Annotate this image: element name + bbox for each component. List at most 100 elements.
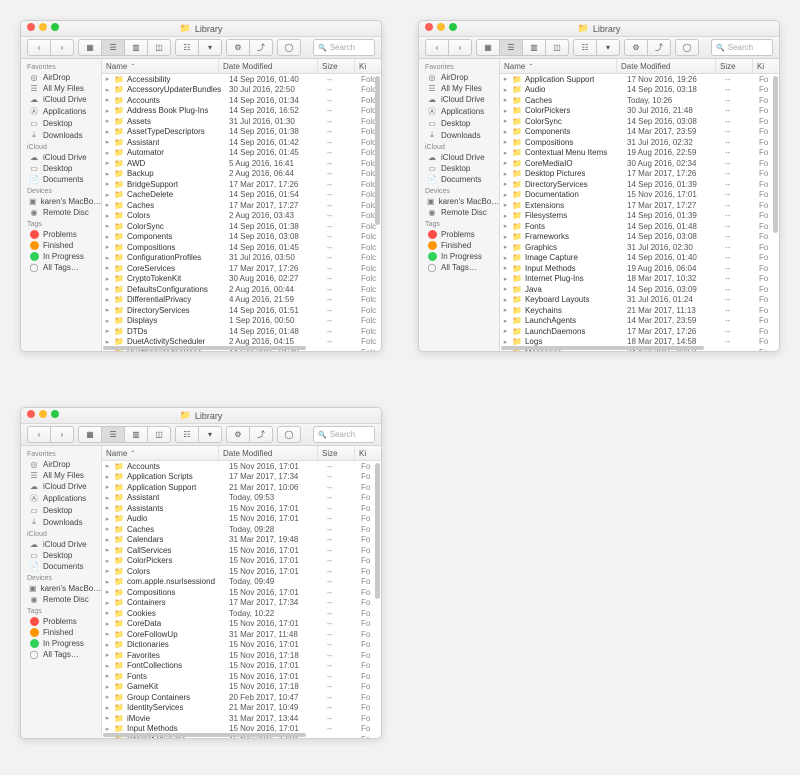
- disclosure-triangle-icon[interactable]: ▸: [104, 128, 111, 136]
- minimize-button[interactable]: [39, 23, 47, 31]
- disclosure-triangle-icon[interactable]: ▸: [104, 462, 111, 470]
- disclosure-triangle-icon[interactable]: ▸: [104, 222, 111, 230]
- file-row[interactable]: ▸📁iMovie31 Mar 2017, 13:44--Fo: [102, 713, 381, 724]
- sidebar-item[interactable]: ⤓Downloads: [419, 129, 499, 141]
- file-row[interactable]: ▸📁ColorSync14 Sep 2016, 03:08--Fo: [500, 116, 779, 127]
- sidebar-item[interactable]: ☁iCloud Drive: [419, 94, 499, 105]
- column-header-date[interactable]: Date Modified: [219, 59, 318, 73]
- sidebar-item[interactable]: ▣karen's MacBo…: [419, 196, 499, 207]
- sidebar-item[interactable]: ◉Remote Disc: [419, 207, 499, 218]
- arrange-button[interactable]: ☷: [573, 39, 596, 56]
- file-row[interactable]: ▸📁CryptoTokenKit30 Aug 2016, 02:27--Folc: [102, 274, 381, 285]
- disclosure-triangle-icon[interactable]: ▸: [502, 107, 509, 115]
- column-header-name[interactable]: Name⌃: [500, 59, 617, 73]
- column-header-kind[interactable]: Ki: [355, 446, 381, 460]
- sidebar-item[interactable]: ☰All My Files: [21, 83, 101, 94]
- file-row[interactable]: ▸📁Address Book Plug-Ins14 Sep 2016, 16:5…: [102, 106, 381, 117]
- file-row[interactable]: ▸📁Audio14 Sep 2016, 03:18--Fo: [500, 85, 779, 96]
- zoom-button[interactable]: [449, 23, 457, 31]
- file-row[interactable]: ▸📁CoreData15 Nov 2016, 17:01--Fo: [102, 619, 381, 630]
- file-row[interactable]: ▸📁CallServices15 Nov 2016, 17:01--Fo: [102, 545, 381, 556]
- icon-view-button[interactable]: ▦: [78, 426, 101, 443]
- disclosure-triangle-icon[interactable]: ▸: [502, 128, 509, 136]
- file-row[interactable]: ▸📁ConfigurationProfiles31 Jul 2016, 03:5…: [102, 253, 381, 264]
- disclosure-triangle-icon[interactable]: ▸: [502, 306, 509, 314]
- disclosure-triangle-icon[interactable]: ▸: [502, 212, 509, 220]
- disclosure-triangle-icon[interactable]: ▸: [104, 599, 111, 607]
- file-row[interactable]: ▸📁Assistant14 Sep 2016, 01:42--Folc: [102, 137, 381, 148]
- disclosure-triangle-icon[interactable]: ▸: [104, 725, 111, 733]
- disclosure-triangle-icon[interactable]: ▸: [104, 672, 111, 680]
- sidebar-item[interactable]: ⒶApplications: [419, 105, 499, 118]
- sidebar-item[interactable]: ▭Desktop: [21, 118, 101, 129]
- disclosure-triangle-icon[interactable]: ▸: [502, 149, 509, 157]
- column-header-name[interactable]: Name⌃: [102, 59, 219, 73]
- disclosure-triangle-icon[interactable]: ▸: [502, 138, 509, 146]
- file-row[interactable]: ▸📁Fonts14 Sep 2016, 01:48--Fo: [500, 221, 779, 232]
- sidebar-item[interactable]: In Progress: [21, 251, 101, 262]
- file-row[interactable]: ▸📁Accounts15 Nov 2016, 17:01--Fo: [102, 461, 381, 472]
- back-button[interactable]: ‹: [27, 39, 50, 56]
- file-row[interactable]: ▸📁Assets31 Jul 2016, 01:30--Folc: [102, 116, 381, 127]
- file-row[interactable]: ▸📁AssistantToday, 09:53--Fo: [102, 493, 381, 504]
- sidebar-item[interactable]: ⤓Downloads: [21, 516, 101, 528]
- sidebar-item[interactable]: 📄Documents: [21, 174, 101, 185]
- file-row[interactable]: ▸📁FontCollections15 Nov 2016, 17:01--Fo: [102, 661, 381, 672]
- disclosure-triangle-icon[interactable]: ▸: [104, 191, 111, 199]
- disclosure-triangle-icon[interactable]: ▸: [104, 557, 111, 565]
- sidebar-item[interactable]: ▣karen's MacBo…: [21, 583, 101, 594]
- file-row[interactable]: ▸📁LaunchDaemons17 Mar 2017, 17:26--Fo: [500, 326, 779, 337]
- scrollbar-thumb[interactable]: [103, 346, 306, 350]
- sidebar-item[interactable]: In Progress: [21, 638, 101, 649]
- disclosure-triangle-icon[interactable]: ▸: [104, 693, 111, 701]
- file-row[interactable]: ▸📁Containers17 Mar 2017, 17:34--Fo: [102, 598, 381, 609]
- file-row[interactable]: ▸📁IdentityServices21 Mar 2017, 10:49--Fo: [102, 703, 381, 714]
- column-header-date[interactable]: Date Modified: [219, 446, 318, 460]
- back-button[interactable]: ‹: [425, 39, 448, 56]
- arrange-menu-button[interactable]: ▾: [596, 39, 620, 56]
- file-row[interactable]: ▸📁Graphics31 Jul 2016, 02:30--Fo: [500, 242, 779, 253]
- sidebar-item[interactable]: Finished: [21, 240, 101, 251]
- sidebar-item[interactable]: Problems: [419, 229, 499, 240]
- disclosure-triangle-icon[interactable]: ▸: [502, 275, 509, 283]
- sidebar-item[interactable]: In Progress: [419, 251, 499, 262]
- share-button[interactable]: ⤴: [249, 39, 273, 56]
- sidebar-item[interactable]: ▭Desktop: [21, 505, 101, 516]
- share-button[interactable]: ⤴: [647, 39, 671, 56]
- sidebar-item[interactable]: ⒶApplications: [21, 492, 101, 505]
- list-view-button[interactable]: ☰: [101, 39, 124, 56]
- file-row[interactable]: ▸📁Audio15 Nov 2016, 17:01--Fo: [102, 514, 381, 525]
- arrange-button[interactable]: ☷: [175, 39, 198, 56]
- rows-viewport[interactable]: ▸📁Accounts15 Nov 2016, 17:01--Fo▸📁Applic…: [102, 461, 381, 738]
- tags-button[interactable]: ◯: [277, 426, 301, 443]
- disclosure-triangle-icon[interactable]: ▸: [104, 264, 111, 272]
- sidebar-item[interactable]: ▭Desktop: [21, 163, 101, 174]
- icon-view-button[interactable]: ▦: [476, 39, 499, 56]
- rows-viewport[interactable]: ▸📁Application Support17 Nov 2016, 19:26-…: [500, 74, 779, 351]
- sidebar-item[interactable]: 📄Documents: [21, 561, 101, 572]
- column-view-button[interactable]: ▥: [522, 39, 545, 56]
- disclosure-triangle-icon[interactable]: ▸: [502, 159, 509, 167]
- column-header-name[interactable]: Name⌃: [102, 446, 219, 460]
- file-row[interactable]: ▸📁CoreMediaIO30 Aug 2016, 02:34--Fo: [500, 158, 779, 169]
- column-header-size[interactable]: Size: [318, 446, 355, 460]
- file-row[interactable]: ▸📁DifferentialPrivacy4 Aug 2016, 21:59--…: [102, 295, 381, 306]
- vertical-scrollbar[interactable]: [375, 463, 380, 734]
- sidebar-item[interactable]: ☁iCloud Drive: [21, 539, 101, 550]
- arrange-menu-button[interactable]: ▾: [198, 39, 222, 56]
- disclosure-triangle-icon[interactable]: ▸: [502, 222, 509, 230]
- disclosure-triangle-icon[interactable]: ▸: [104, 651, 111, 659]
- file-row[interactable]: ▸📁CacheDelete14 Sep 2016, 01:54--Folc: [102, 190, 381, 201]
- disclosure-triangle-icon[interactable]: ▸: [104, 473, 111, 481]
- file-row[interactable]: ▸📁Caches17 Mar 2017, 17:27--Folc: [102, 200, 381, 211]
- disclosure-triangle-icon[interactable]: ▸: [104, 170, 111, 178]
- file-row[interactable]: ▸📁GameKit15 Nov 2016, 17:18--Fo: [102, 682, 381, 693]
- close-button[interactable]: [27, 410, 35, 418]
- tags-button[interactable]: ◯: [675, 39, 699, 56]
- disclosure-triangle-icon[interactable]: ▸: [104, 494, 111, 502]
- file-row[interactable]: ▸📁com.apple.nsurlsessiondToday, 09:49--F…: [102, 577, 381, 588]
- scrollbar-thumb[interactable]: [375, 76, 380, 225]
- sidebar-item[interactable]: ☁iCloud Drive: [21, 152, 101, 163]
- disclosure-triangle-icon[interactable]: ▸: [104, 641, 111, 649]
- disclosure-triangle-icon[interactable]: ▸: [502, 264, 509, 272]
